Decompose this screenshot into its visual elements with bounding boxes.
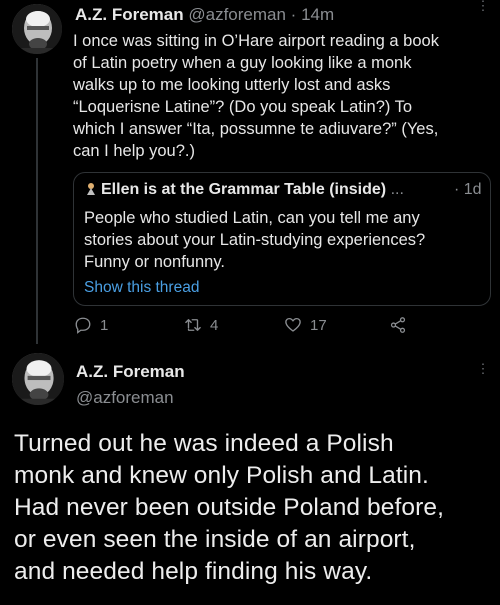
- more-options-icon[interactable]: ⋮: [476, 0, 490, 12]
- reply-text-line: Had never been outside Poland before,: [14, 494, 445, 521]
- quoted-time[interactable]: 1d: [464, 181, 482, 198]
- thread-line: [36, 58, 38, 344]
- quoted-text: People who studied Latin, can you tell m…: [84, 207, 484, 273]
- avatar-image: [12, 4, 62, 54]
- reply-text-line: Turned out he was indeed a Polish: [14, 430, 394, 457]
- quoted-time-separator: ·: [454, 181, 460, 198]
- quoted-tweet[interactable]: Ellen is at the Grammar Table (inside) .…: [73, 172, 491, 306]
- reply-text-line: monk and knew only Polish and Latin.: [14, 462, 429, 489]
- heart-icon: [285, 317, 301, 332]
- quoted-avatar-icon: [85, 182, 97, 196]
- retweet-icon: [185, 319, 201, 331]
- author-avatar[interactable]: [12, 4, 62, 54]
- reply-icon: [75, 317, 91, 334]
- tweet-text: I once was sitting in O’Hare airport rea…: [73, 30, 493, 162]
- quoted-text-line: People who studied Latin, can you tell m…: [84, 209, 420, 227]
- share-icon: [390, 317, 406, 333]
- reply-button[interactable]: 1: [74, 316, 108, 334]
- tweet-text-line: which I answer “Ita, possumne te adiuvar…: [73, 120, 439, 138]
- quoted-text-line: Funny or nonfunny.: [84, 253, 225, 271]
- tweet-time[interactable]: 14m: [301, 5, 334, 24]
- reply-author-handle[interactable]: @azforeman: [76, 388, 174, 408]
- author-name[interactable]: A.Z. Foreman: [75, 5, 184, 24]
- quoted-time-group: · 1d: [454, 181, 482, 199]
- reply-more-options-icon[interactable]: ⋮: [476, 362, 490, 375]
- reply-author-avatar[interactable]: [12, 353, 64, 405]
- time-separator: ·: [290, 5, 297, 24]
- retweet-button[interactable]: 4: [184, 316, 218, 334]
- author-handle[interactable]: @azforeman: [188, 5, 286, 24]
- tweet-text-line: walks up to me looking utterly lost and …: [73, 76, 391, 94]
- tweet-text-line: of Latin poetry when a guy looking like …: [73, 54, 412, 72]
- quoted-header: Ellen is at the Grammar Table (inside) .…: [85, 181, 404, 199]
- tweet-text-line: I once was sitting in O’Hare airport rea…: [73, 32, 439, 50]
- share-button[interactable]: [389, 316, 415, 334]
- avatar-image: [12, 353, 64, 405]
- show-thread-link[interactable]: Show this thread: [84, 279, 199, 297]
- quoted-author-name[interactable]: Ellen is at the Grammar Table (inside): [101, 181, 386, 198]
- retweet-count: 4: [210, 316, 219, 334]
- reply-count: 1: [100, 316, 109, 334]
- reply-text-line: and needed help finding his way.: [14, 558, 373, 585]
- tweet-text-line: can I help you?.): [73, 142, 195, 160]
- quoted-text-line: stories about your Latin-studying experi…: [84, 231, 426, 249]
- like-button[interactable]: 17: [284, 316, 327, 334]
- tweet-header: A.Z. Foreman @azforeman · 14m: [75, 5, 334, 25]
- quoted-ellipsis: ...: [390, 181, 404, 198]
- reply-author-name[interactable]: A.Z. Foreman: [76, 362, 185, 382]
- reply-text-line: or even seen the inside of an airport,: [14, 526, 416, 553]
- reply-text: Turned out he was indeed a Polish monk a…: [14, 428, 494, 588]
- tweet-text-line: “Loquerisne Latine”? (Do you speak Latin…: [73, 98, 413, 116]
- like-count: 17: [310, 316, 327, 334]
